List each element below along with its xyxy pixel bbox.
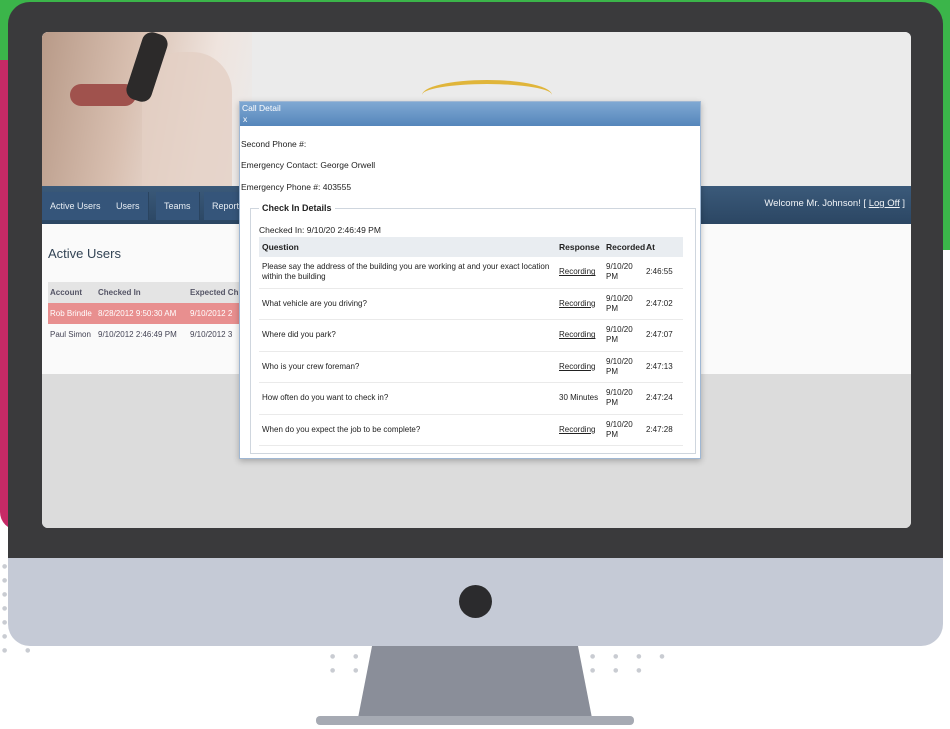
- recorded-date: 9/10/20 PM: [606, 325, 633, 345]
- emergency-contact-field: Emergency Contact: George Orwell: [241, 160, 376, 170]
- monitor-stand-base: [316, 716, 634, 725]
- recorded-date: 9/10/20 PM: [606, 419, 633, 439]
- table-row: Who is your crew foreman? Recording 9/10…: [259, 352, 683, 383]
- call-detail-dialog: Call Detail x Second Phone #: Emergency …: [239, 101, 701, 459]
- question-text: Please say the address of the building y…: [262, 262, 550, 282]
- recording-link[interactable]: Recording: [559, 425, 606, 435]
- tab-active-users[interactable]: Active Users: [42, 192, 110, 220]
- banner-photo: [42, 32, 252, 186]
- table-header-row: Account Checked In Expected Ch: [48, 282, 243, 303]
- monitor-stand: [358, 646, 592, 718]
- column-header-recorded: Recorded: [606, 242, 646, 252]
- checked-in-timestamp: Checked In: 9/10/20 2:46:49 PM: [259, 225, 381, 235]
- question-text: How often do you want to check in?: [262, 393, 389, 403]
- question-text: When do you expect the job to be complet…: [262, 424, 421, 434]
- question-text: Where did you park?: [262, 330, 336, 340]
- recorded-time: 2:46:55: [646, 267, 673, 277]
- tab-teams[interactable]: Teams: [156, 192, 200, 220]
- cell-checked-in: 9/10/2012 2:46:49 PM: [98, 330, 177, 339]
- recorded-date: 9/10/20 PM: [606, 388, 633, 408]
- welcome-close: ]: [899, 198, 905, 209]
- dot-pattern-right: ● ● ● ● ● ● ●: [590, 653, 673, 674]
- cell-checked-in: 8/28/2012 9:50:30 AM: [98, 309, 177, 318]
- table-row: Where did you park? Recording 9/10/20 PM…: [259, 320, 683, 352]
- recorded-time: 2:47:02: [646, 298, 673, 308]
- recorded-time: 2:47:28: [646, 424, 673, 434]
- recorded-date: 9/10/20 PM: [606, 262, 633, 282]
- recording-link[interactable]: Recording: [559, 330, 606, 340]
- page-title: Active Users: [48, 246, 121, 261]
- power-button-icon: [459, 585, 492, 618]
- cell-account: Paul Simon: [50, 330, 91, 339]
- table-row[interactable]: Paul Simon 9/10/2012 2:46:49 PM 9/10/201…: [48, 324, 243, 345]
- column-header-at: At: [646, 242, 655, 252]
- recorded-time: 2:47:07: [646, 330, 673, 340]
- log-off-link[interactable]: Log Off: [869, 198, 900, 209]
- cell-account: Rob Brindle: [50, 309, 92, 318]
- recording-link[interactable]: Recording: [559, 362, 606, 372]
- question-text: What vehicle are you driving?: [262, 298, 367, 308]
- cell-expected: 9/10/2012 2: [190, 309, 233, 318]
- table-row: Please say the address of the building y…: [259, 257, 683, 289]
- table-row: How often do you want to check in? 30 Mi…: [259, 383, 683, 415]
- column-header-question: Question: [262, 242, 299, 252]
- column-header-checked-in: Checked In: [98, 288, 141, 297]
- emergency-phone-field: Emergency Phone #: 403555: [241, 182, 352, 192]
- table-row: When do you expect the job to be complet…: [259, 415, 683, 446]
- column-header-response: Response: [559, 242, 600, 252]
- marketing-stage: ● ●● ●● ●● ●● ●● ●● ● ● ● ●● ● ● ● ● ● ●…: [0, 0, 950, 729]
- column-header-expected: Expected Ch: [190, 288, 239, 297]
- section-title: Check In Details: [259, 203, 335, 213]
- welcome-message: Welcome Mr. Johnson! [ Log Off ]: [764, 196, 905, 212]
- recording-link[interactable]: Recording: [559, 299, 606, 309]
- tab-users[interactable]: Users: [108, 192, 149, 220]
- close-icon[interactable]: x: [243, 114, 247, 124]
- recorded-time: 2:47:24: [646, 393, 673, 403]
- recording-link[interactable]: Recording: [559, 267, 606, 277]
- table-row: What vehicle are you driving? Recording …: [259, 289, 683, 320]
- recorded-time: 2:47:13: [646, 361, 673, 371]
- cell-expected: 9/10/2012 3: [190, 330, 233, 339]
- response-value: 30 Minutes: [559, 393, 599, 403]
- second-phone-field: Second Phone #:: [241, 139, 307, 149]
- recorded-date: 9/10/20 PM: [606, 293, 633, 313]
- welcome-text: Welcome Mr. Johnson! [: [764, 198, 867, 209]
- table-row[interactable]: Rob Brindle 8/28/2012 9:50:30 AM 9/10/20…: [48, 303, 243, 324]
- check-in-details-section: Check In Details Checked In: 9/10/20 2:4…: [250, 203, 696, 454]
- check-in-questions-table: Question Response Recorded At Please say…: [259, 237, 683, 446]
- table-header-row: Question Response Recorded At: [259, 237, 683, 257]
- recorded-date: 9/10/20 PM: [606, 356, 633, 376]
- active-users-table: Account Checked In Expected Ch Rob Brind…: [48, 282, 243, 345]
- column-header-account: Account: [50, 288, 82, 297]
- dialog-titlebar[interactable]: Call Detail x: [240, 102, 700, 126]
- question-text: Who is your crew foreman?: [262, 361, 360, 371]
- dialog-title: Call Detail: [242, 103, 281, 113]
